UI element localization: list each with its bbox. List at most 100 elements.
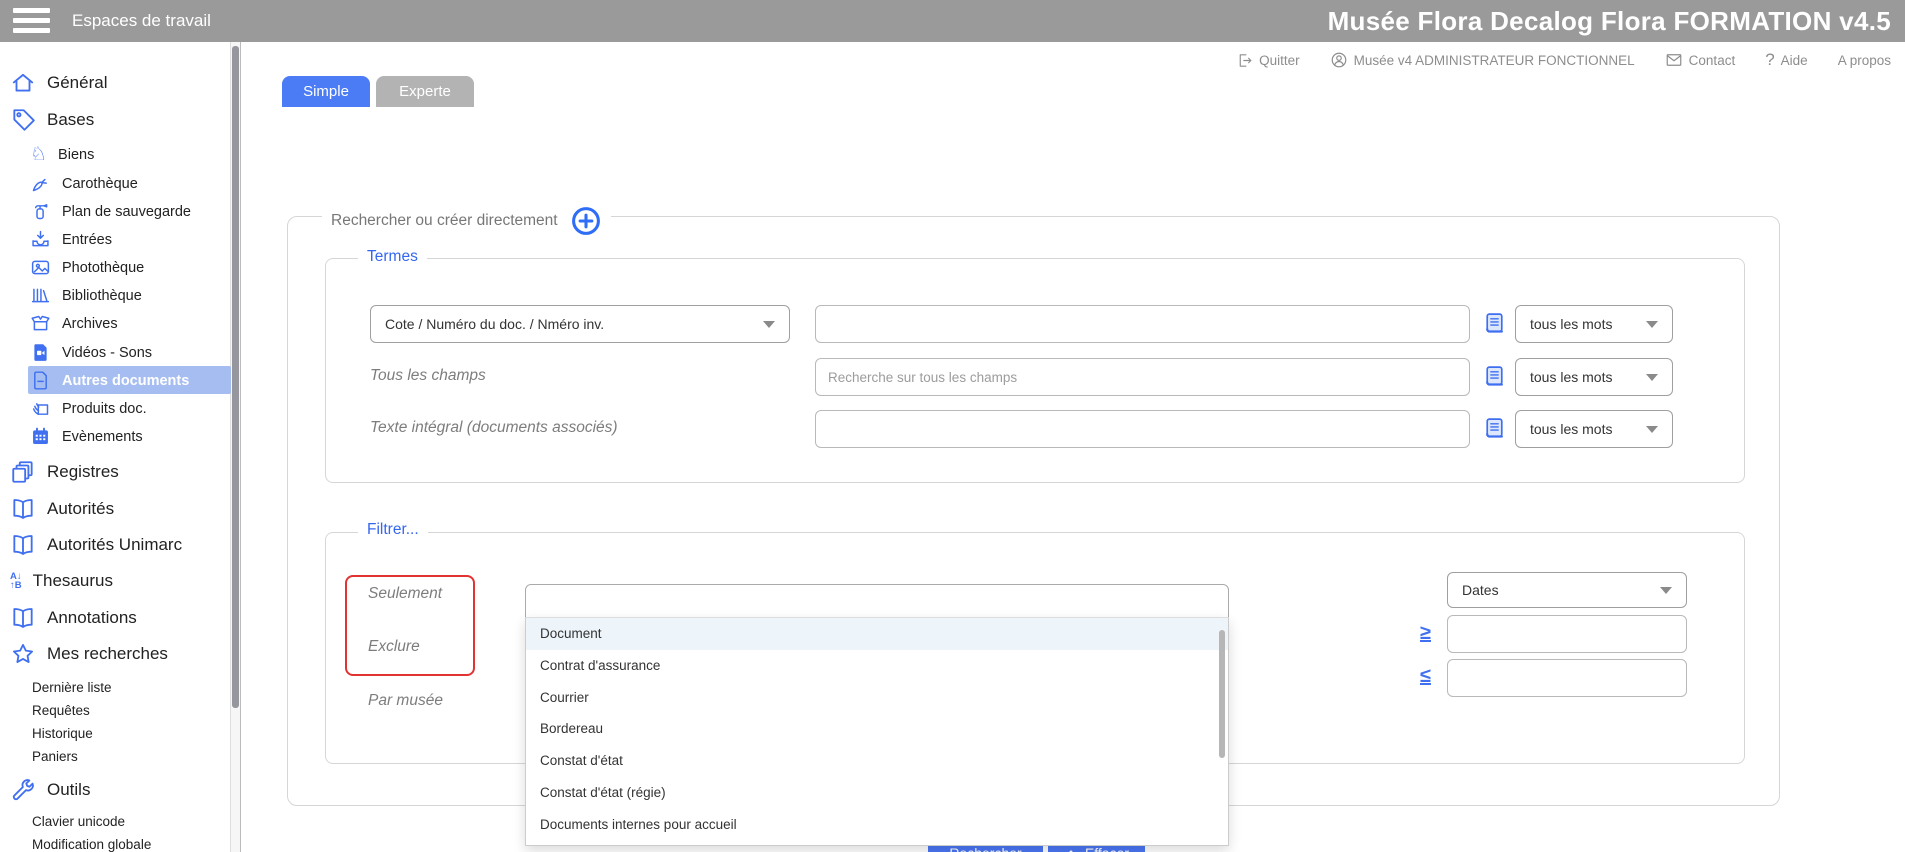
tag-icon <box>10 107 36 133</box>
doc-type-dropdown-list: Document Contrat d'assurance Courrier Bo… <box>525 617 1229 846</box>
sidebar-item-paniers[interactable]: Paniers <box>32 743 78 770</box>
aide-link[interactable]: ? Aide <box>1765 50 1808 70</box>
doc-type-option[interactable]: Bordereau <box>526 713 1228 745</box>
index-lookup-icon[interactable] <box>1482 416 1507 441</box>
envelope-icon <box>1665 51 1683 69</box>
open-book-icon <box>10 605 36 631</box>
inbox-arrow-icon <box>30 229 51 250</box>
sidebar-item-bibliotheque[interactable]: Bibliothèque <box>30 282 142 309</box>
sort-alpha-icon: A↓↑B <box>10 572 22 590</box>
open-book-icon <box>10 532 36 558</box>
dropdown-scrollbar-thumb[interactable] <box>1219 630 1225 758</box>
dates-selector-dropdown[interactable]: Dates <box>1447 572 1687 608</box>
hamburger-menu-icon[interactable] <box>13 8 50 34</box>
sidebar-item-registres[interactable]: Registres <box>10 458 119 485</box>
sidebar-scrollbar-thumb[interactable] <box>232 46 239 708</box>
doc-type-option[interactable]: Documents internes pour accueil <box>526 809 1228 841</box>
contact-link[interactable]: Contact <box>1665 51 1736 69</box>
sidebar-item-archives[interactable]: Archives <box>30 310 118 337</box>
registers-icon <box>10 459 36 485</box>
quitter-link[interactable]: Quitter <box>1236 52 1300 69</box>
chess-knight-icon: ♘ <box>30 145 47 164</box>
sidebar-item-carotheque[interactable]: Carothèque <box>30 170 138 197</box>
open-book-icon <box>10 496 36 522</box>
par-musee-label: Par musée <box>368 692 443 710</box>
photo-icon <box>30 257 51 278</box>
video-file-icon <box>30 342 51 363</box>
home-icon <box>10 70 36 96</box>
paper-stack-icon <box>30 398 51 419</box>
document-file-icon <box>30 370 51 391</box>
sidebar-item-autorites-unimarc[interactable]: Autorités Unimarc <box>10 531 182 558</box>
sidebar-item-biens[interactable]: ♘ Biens <box>30 141 94 168</box>
flora-application-window: Espaces de travail Musée Flora Decalog F… <box>0 0 1905 852</box>
add-circle-icon[interactable] <box>570 205 602 237</box>
search-create-legend: Rechercher ou créer directement <box>322 205 611 237</box>
sidebar-item-autorites[interactable]: Autorités <box>10 495 114 522</box>
cote-numero-input[interactable] <box>815 305 1470 343</box>
sidebar-item-entrees[interactable]: Entrées <box>30 226 112 253</box>
word-mode-dropdown-3[interactable]: tous les mots <box>1515 410 1673 448</box>
chevron-down-icon <box>763 321 775 328</box>
eraser-icon <box>1064 846 1078 852</box>
tab-experte[interactable]: Experte <box>376 76 474 107</box>
index-lookup-icon[interactable] <box>1482 311 1507 336</box>
doc-type-option[interactable]: Constat d'état (régie) <box>526 777 1228 809</box>
sidebar-item-autres-documents[interactable]: Autres documents <box>30 367 189 394</box>
chevron-down-icon <box>1646 426 1658 433</box>
sidebar-item-outils[interactable]: Outils <box>10 776 90 803</box>
termes-legend: Termes <box>358 248 427 266</box>
sidebar-item-general[interactable]: Général <box>10 69 107 96</box>
date-to-input[interactable] <box>1447 659 1687 697</box>
less-equal-toggle[interactable]: ≤ <box>1420 665 1431 688</box>
word-mode-dropdown-2[interactable]: tous les mots <box>1515 358 1673 396</box>
user-icon <box>1330 51 1348 69</box>
index-lookup-icon[interactable] <box>1482 364 1507 389</box>
filtrer-legend: Filtrer... <box>358 521 428 539</box>
sidebar-item-produits-doc[interactable]: Produits doc. <box>30 395 147 422</box>
chevron-down-icon <box>1646 374 1658 381</box>
user-account-link[interactable]: Musée v4 ADMINISTRATEUR FONCTIONNEL <box>1330 51 1635 69</box>
word-mode-dropdown-1[interactable]: tous les mots <box>1515 305 1673 343</box>
sidebar-item-evenements[interactable]: Evènements <box>30 423 143 450</box>
doc-type-option[interactable]: Courrier <box>526 682 1228 714</box>
app-header: Espaces de travail Musée Flora Decalog F… <box>0 0 1905 42</box>
star-icon <box>10 641 36 667</box>
sidebar-item-bases[interactable]: Bases <box>10 106 94 133</box>
doc-type-combobox-input[interactable] <box>525 584 1229 618</box>
app-title: Musée Flora Decalog Flora FORMATION v4.5 <box>1328 0 1891 42</box>
wrench-icon <box>10 777 36 803</box>
tous-les-champs-label: Tous les champs <box>370 367 486 385</box>
logout-icon <box>1236 52 1253 69</box>
tab-simple[interactable]: Simple <box>282 76 370 107</box>
chevron-down-icon <box>1660 587 1672 594</box>
exclure-label[interactable]: Exclure <box>368 638 420 656</box>
date-from-input[interactable] <box>1447 615 1687 653</box>
top-links-bar: Quitter Musée v4 ADMINISTRATEUR FONCTION… <box>1236 50 1891 70</box>
sidebar-item-mes-recherches[interactable]: Mes recherches <box>10 640 168 667</box>
sidebar-item-plan-de-sauvegarde[interactable]: Plan de sauvegarde <box>30 198 191 225</box>
question-mark-icon: ? <box>1765 50 1774 70</box>
fire-extinguisher-icon <box>30 201 51 222</box>
calendar-icon <box>30 426 51 447</box>
carrot-icon <box>30 173 51 194</box>
sidebar-item-phototheque[interactable]: Photothèque <box>30 254 144 281</box>
sidebar-item-thesaurus[interactable]: A↓↑B Thesaurus <box>10 567 113 594</box>
seulement-label[interactable]: Seulement <box>368 585 442 603</box>
field-selector-dropdown[interactable]: Cote / Numéro du doc. / Nméro inv. <box>370 305 790 343</box>
workspace-label: Espaces de travail <box>72 0 211 42</box>
library-icon <box>30 285 51 306</box>
texte-integral-input[interactable] <box>815 410 1470 448</box>
sidebar-item-videos-sons[interactable]: Vidéos - Sons <box>30 339 152 366</box>
apropos-link[interactable]: A propos <box>1838 53 1891 68</box>
texte-integral-label: Texte intégral (documents associés) <box>370 419 618 437</box>
doc-type-option[interactable]: Contrat d'assurance <box>526 650 1228 682</box>
chevron-down-icon <box>1646 321 1658 328</box>
sidebar-item-annotations[interactable]: Annotations <box>10 604 137 631</box>
greater-equal-toggle[interactable]: ≥ <box>1420 622 1431 645</box>
doc-type-option-highlighted[interactable]: Document <box>526 618 1228 650</box>
sidebar-item-modification-globale[interactable]: Modification globale <box>32 831 151 852</box>
doc-type-option[interactable]: Constat d'état <box>526 745 1228 777</box>
archive-box-icon <box>30 313 51 334</box>
tous-les-champs-input[interactable] <box>815 358 1470 396</box>
